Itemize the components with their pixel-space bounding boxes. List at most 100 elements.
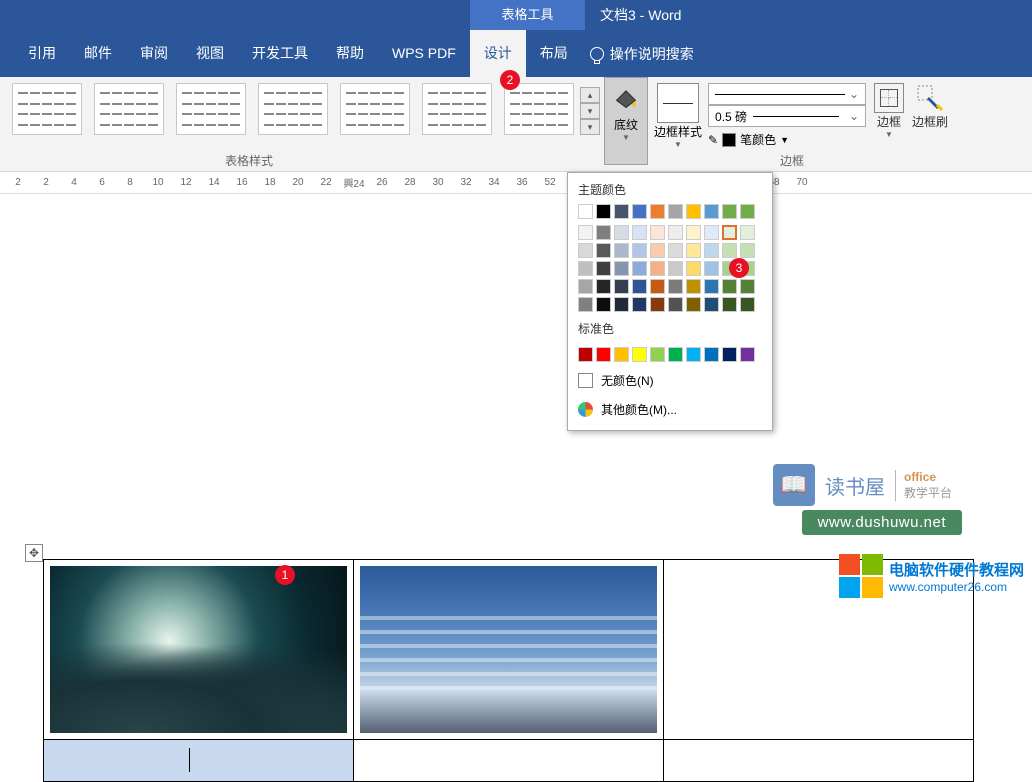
color-swatch[interactable] (596, 279, 611, 294)
color-swatch[interactable] (578, 279, 593, 294)
color-swatch[interactable] (686, 225, 701, 240)
borders-dropdown-button[interactable]: 边框 ▼ (874, 83, 904, 171)
color-swatch[interactable] (686, 261, 701, 276)
color-swatch[interactable] (614, 204, 629, 219)
color-swatch[interactable] (632, 279, 647, 294)
color-swatch[interactable] (740, 347, 755, 362)
color-swatch[interactable] (578, 225, 593, 240)
color-swatch[interactable] (704, 347, 719, 362)
color-swatch[interactable] (722, 243, 737, 258)
color-swatch[interactable] (614, 297, 629, 312)
color-swatch[interactable] (596, 347, 611, 362)
color-swatch[interactable] (614, 225, 629, 240)
shading-dropdown-button[interactable]: 底纹 ▼ (604, 77, 648, 165)
color-swatch[interactable] (650, 347, 665, 362)
line-weight-select[interactable]: 0.5 磅 ⌄ (708, 105, 866, 127)
no-color-item[interactable]: 无颜色(N) (568, 366, 772, 395)
pen-color-dropdown[interactable]: ✎ 笔颜色 ▼ (708, 131, 866, 148)
more-colors-item[interactable]: 其他颜色(M)... (568, 395, 772, 424)
color-swatch[interactable] (722, 204, 737, 219)
tab-view[interactable]: 视图 (182, 30, 238, 77)
color-swatch[interactable] (686, 279, 701, 294)
tab-references[interactable]: 引用 (14, 30, 70, 77)
color-swatch[interactable] (686, 297, 701, 312)
color-swatch[interactable] (704, 279, 719, 294)
color-swatch[interactable] (650, 243, 665, 258)
color-swatch[interactable] (650, 204, 665, 219)
color-swatch[interactable] (668, 243, 683, 258)
spinner-more-icon[interactable]: ▾ (580, 119, 600, 135)
tab-review[interactable]: 审阅 (126, 30, 182, 77)
color-swatch[interactable] (596, 261, 611, 276)
tell-me-search[interactable]: 操作说明搜索 (590, 44, 694, 64)
color-swatch[interactable] (668, 225, 683, 240)
color-swatch[interactable] (722, 279, 737, 294)
color-swatch[interactable] (632, 261, 647, 276)
color-swatch[interactable] (578, 347, 593, 362)
tab-mailings[interactable]: 邮件 (70, 30, 126, 77)
color-swatch[interactable] (704, 261, 719, 276)
table-style-thumb[interactable] (94, 83, 164, 135)
color-swatch[interactable] (578, 261, 593, 276)
color-swatch[interactable] (632, 347, 647, 362)
table-style-thumb[interactable] (422, 83, 492, 135)
color-swatch[interactable] (722, 225, 737, 240)
table-style-thumb[interactable] (504, 83, 574, 135)
document-area[interactable]: 📖 读书屋 office 教学平台 www.dushuwu.net ✥ (0, 194, 1032, 606)
color-swatch[interactable] (614, 243, 629, 258)
color-swatch[interactable] (578, 204, 593, 219)
color-swatch[interactable] (614, 279, 629, 294)
color-swatch[interactable] (704, 243, 719, 258)
color-swatch[interactable] (668, 279, 683, 294)
table-move-handle[interactable]: ✥ (25, 544, 43, 562)
color-swatch[interactable] (596, 204, 611, 219)
table-cell-image-2[interactable] (354, 560, 664, 740)
color-swatch[interactable] (686, 204, 701, 219)
color-swatch[interactable] (650, 261, 665, 276)
spinner-up-icon[interactable]: ▴ (580, 87, 600, 103)
color-swatch[interactable] (740, 225, 755, 240)
color-swatch[interactable] (668, 261, 683, 276)
color-swatch[interactable] (596, 243, 611, 258)
color-swatch[interactable] (668, 297, 683, 312)
color-swatch[interactable] (704, 297, 719, 312)
table-style-thumb[interactable] (258, 83, 328, 135)
color-swatch[interactable] (722, 347, 737, 362)
color-swatch[interactable] (596, 297, 611, 312)
tab-help[interactable]: 帮助 (322, 30, 378, 77)
color-swatch[interactable] (578, 243, 593, 258)
table-cell-caption-2[interactable] (354, 740, 664, 782)
table-cell-caption-3[interactable] (664, 740, 974, 782)
color-swatch[interactable] (632, 243, 647, 258)
word-table[interactable] (43, 559, 974, 782)
tab-layout[interactable]: 布局 (526, 30, 582, 77)
line-style-select[interactable]: ⌄ (708, 83, 866, 105)
gallery-spinner[interactable]: ▴ ▾ ▾ (580, 87, 600, 137)
color-swatch[interactable] (650, 279, 665, 294)
tab-wps-pdf[interactable]: WPS PDF (378, 30, 470, 77)
tab-design[interactable]: 设计 (470, 30, 526, 77)
color-swatch[interactable] (650, 297, 665, 312)
border-style-dropdown[interactable]: 边框样式 ▼ (654, 77, 702, 171)
table-cell-caption-1[interactable] (44, 740, 354, 782)
table-style-thumb[interactable] (340, 83, 410, 135)
color-swatch[interactable] (578, 297, 593, 312)
color-swatch[interactable] (632, 204, 647, 219)
table-style-thumb[interactable] (176, 83, 246, 135)
color-swatch[interactable] (704, 225, 719, 240)
color-swatch[interactable] (632, 225, 647, 240)
color-swatch[interactable] (596, 225, 611, 240)
table-style-thumb[interactable] (12, 83, 82, 135)
table-styles-gallery[interactable]: // inline thumbs (template-only visual) … (0, 77, 600, 171)
border-painter-button[interactable]: 边框刷 (912, 83, 948, 171)
tab-developer[interactable]: 开发工具 (238, 30, 322, 77)
color-swatch[interactable] (704, 204, 719, 219)
horizontal-ruler[interactable]: 2246810121416182022興24262830323436525456… (0, 172, 1032, 194)
color-swatch[interactable] (686, 347, 701, 362)
color-swatch[interactable] (740, 297, 755, 312)
color-swatch[interactable] (740, 204, 755, 219)
color-swatch[interactable] (740, 243, 755, 258)
color-swatch[interactable] (614, 261, 629, 276)
color-swatch[interactable] (686, 243, 701, 258)
color-swatch[interactable] (668, 204, 683, 219)
